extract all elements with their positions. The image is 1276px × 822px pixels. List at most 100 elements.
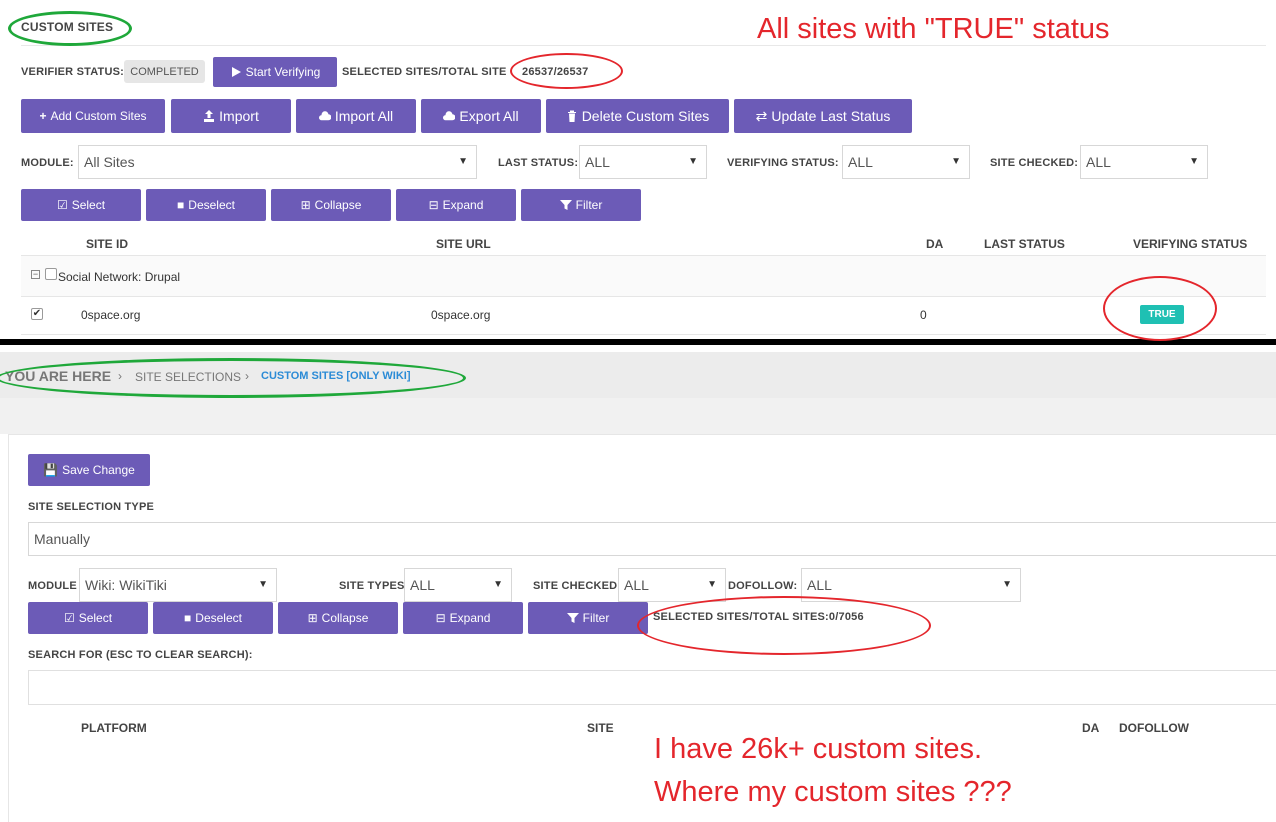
module-label: MODULE: [28, 580, 77, 592]
filter-label: Filter: [575, 198, 603, 212]
site-checked-select-value: ALL: [624, 577, 649, 593]
annotation-circle-red: [637, 596, 931, 655]
collapse-button[interactable]: ⊞ Collapse: [278, 602, 398, 634]
col-da: DA: [1082, 721, 1100, 735]
cloud-download-icon: [443, 110, 456, 122]
dofollow-label: DOFOLLOW:: [728, 580, 798, 592]
add-custom-sites-label: Add Custom Sites: [50, 109, 147, 123]
caret-down-icon: ▼: [458, 156, 468, 167]
import-all-button[interactable]: Import All: [296, 99, 416, 133]
annotation-circle-red: [510, 53, 623, 89]
col-last-status: LAST STATUS: [984, 237, 1065, 251]
col-site: SITE: [587, 721, 614, 735]
funnel-icon: [559, 199, 572, 211]
delete-custom-sites-button[interactable]: Delete Custom Sites: [546, 99, 729, 133]
import-all-label: Import All: [334, 108, 394, 124]
module-select[interactable]: All Sites ▼: [78, 145, 477, 179]
square-icon: ■: [177, 198, 185, 212]
site-types-select[interactable]: ALL ▼: [404, 568, 512, 602]
row-site-url[interactable]: 0space.org: [431, 308, 490, 322]
update-last-status-label: Update Last Status: [771, 108, 891, 124]
last-status-label: LAST STATUS:: [498, 157, 579, 169]
update-last-status-button[interactable]: ⇄ Update Last Status: [734, 99, 912, 133]
import-label: Import: [219, 108, 259, 124]
site-types-label: SITE TYPES: [339, 580, 405, 592]
col-verifying-status: VERIFYING STATUS: [1133, 237, 1248, 251]
annotation-top-note: All sites with "TRUE" status: [757, 13, 1110, 45]
caret-down-icon: ▼: [258, 579, 268, 590]
export-all-label: Export All: [459, 108, 519, 124]
check-square-icon: ☑: [63, 611, 75, 625]
trash-icon: [566, 110, 578, 122]
save-change-label: Save Change: [62, 463, 135, 477]
divider: [21, 334, 1266, 335]
site-types-select-value: ALL: [410, 577, 435, 593]
group-checkbox[interactable]: [45, 268, 57, 280]
select-button[interactable]: ☑ Select: [28, 602, 148, 634]
caret-down-icon: ▼: [688, 156, 698, 167]
expand-button[interactable]: ⊟ Expand: [396, 189, 516, 221]
deselect-button[interactable]: ■ Deselect: [153, 602, 273, 634]
collapse-label: Collapse: [314, 198, 362, 212]
row-checkbox[interactable]: ✔: [31, 308, 43, 320]
funnel-icon: [566, 612, 579, 624]
plus-icon: +: [39, 109, 47, 123]
module-select[interactable]: Wiki: WikiTiki ▼: [79, 568, 277, 602]
site-selection-type-label: SITE SELECTION TYPE: [28, 501, 155, 513]
caret-down-icon: ▼: [1002, 579, 1012, 590]
save-change-button[interactable]: 💾 Save Change: [28, 454, 150, 486]
verifying-status-select-value: ALL: [848, 154, 873, 170]
plus-square-icon: ⊞: [300, 198, 311, 212]
export-all-button[interactable]: Export All: [421, 99, 541, 133]
import-button[interactable]: Import: [171, 99, 291, 133]
plus-square-icon: ⊞: [307, 611, 318, 625]
filter-button[interactable]: Filter: [528, 602, 648, 634]
check-square-icon: ☑: [56, 198, 68, 212]
collapse-button[interactable]: ⊞ Collapse: [271, 189, 391, 221]
expand-button[interactable]: ⊟ Expand: [403, 602, 523, 634]
site-checked-select[interactable]: ALL ▼: [1080, 145, 1208, 179]
site-checked-select-value: ALL: [1086, 154, 1111, 170]
start-verifying-button[interactable]: Start Verifying: [213, 57, 337, 87]
cloud-upload-icon: [318, 110, 331, 122]
site-checked-label: SITE CHECKED:: [990, 157, 1079, 169]
select-label: Select: [71, 198, 106, 212]
screenshot-separator: [0, 339, 1276, 345]
module-label: MODULE:: [21, 157, 74, 169]
site-checked-label: SITE CHECKED: [533, 580, 618, 592]
filter-button[interactable]: Filter: [521, 189, 641, 221]
site-selection-type-select[interactable]: Manually: [28, 522, 1276, 556]
last-status-select[interactable]: ALL ▼: [579, 145, 707, 179]
search-input[interactable]: [28, 670, 1276, 705]
last-status-select-value: ALL: [585, 154, 610, 170]
add-custom-sites-button[interactable]: + Add Custom Sites: [21, 99, 165, 133]
play-icon: [230, 66, 242, 78]
row-da: 0: [920, 308, 927, 322]
annotation-circle-green: [8, 11, 132, 46]
annotation-bottom-note-2: Where my custom sites ???: [654, 776, 1012, 808]
col-da: DA: [926, 237, 944, 251]
dofollow-select-value: ALL: [807, 577, 832, 593]
collapse-toggle-icon[interactable]: −: [31, 270, 40, 279]
site-checked-select[interactable]: ALL ▼: [618, 568, 726, 602]
caret-down-icon: ▼: [951, 156, 961, 167]
caret-down-icon: ▼: [707, 579, 717, 590]
collapse-label: Collapse: [321, 611, 369, 625]
exchange-icon: ⇄: [755, 107, 768, 124]
col-site-id: SITE ID: [86, 237, 129, 251]
col-platform: PLATFORM: [81, 721, 147, 735]
group-row: [21, 256, 1266, 296]
deselect-button[interactable]: ■ Deselect: [146, 189, 266, 221]
row-site-id: 0space.org: [81, 308, 141, 322]
verifying-status-select[interactable]: ALL ▼: [842, 145, 970, 179]
annotation-circle-red: [1103, 276, 1217, 341]
deselect-label: Deselect: [195, 611, 242, 625]
expand-label: Expand: [449, 611, 491, 625]
selected-total-label: SELECTED SITES/TOTAL SITE: [342, 66, 507, 78]
caret-down-icon: ▼: [493, 579, 503, 590]
select-button[interactable]: ☑ Select: [21, 189, 141, 221]
annotation-circle-green: [0, 358, 466, 398]
col-site-url: SITE URL: [436, 237, 491, 251]
module-select-value: All Sites: [84, 154, 135, 170]
site-selection-type-value: Manually: [34, 531, 91, 547]
